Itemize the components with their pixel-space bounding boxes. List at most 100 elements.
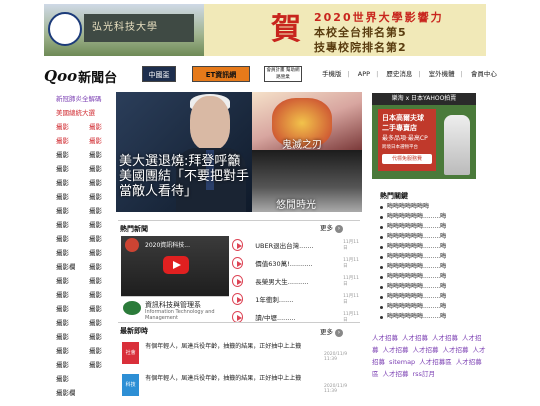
top-banner-ad[interactable]: 弘光科技大學 賀 2020世界大學影響力 本校全台排名第5 技專校院排名第2 [44, 4, 486, 56]
hot-keyword-text[interactable]: 晦晦晦晦晦晦.........晦 [387, 252, 446, 262]
sidebar-category-link[interactable]: 攝影 [56, 204, 81, 218]
nav-mobile[interactable]: 手機版 [322, 70, 342, 78]
footer-tag-link[interactable]: 人才招募 [432, 334, 458, 342]
play-circle-icon[interactable] [232, 275, 244, 287]
sidebar-category-link[interactable]: 攝影 [56, 358, 81, 372]
latest-news-item[interactable]: 科技 有個年輕人，屆達兵役年齡，抽籤的結果，正好抽中上上籤 2020/11/9 11… [122, 374, 360, 396]
sidebar-category-link[interactable]: 攝影 [89, 232, 114, 246]
sidebar-category-link[interactable]: 攝影 [56, 302, 81, 316]
hot-news-item[interactable]: UBER退出台灣....... 11月11日 [232, 236, 362, 254]
latest-text[interactable]: 有個年輕人，屆達兵役年齡，抽籤的結果，正好抽中上上籤 [145, 342, 318, 351]
sidebar-category-link[interactable]: 攝影 [56, 372, 81, 386]
latest-thumb[interactable]: 科技 [122, 374, 140, 396]
hot-news-text[interactable]: 長榮男大生.......... [255, 276, 333, 286]
hot-news-text[interactable]: 價值630萬!........... [255, 258, 333, 268]
sidebar-category-link[interactable]: 攝影 [56, 232, 81, 246]
hot-keyword-item[interactable]: 晦晦晦晦晦晦.........晦 [380, 282, 490, 292]
sidebar-category-link[interactable]: 攝影 [56, 120, 81, 134]
footer-tag-link[interactable]: 人才招募 [383, 346, 409, 354]
ad-cta-button[interactable]: 代標免服務費 [382, 154, 432, 164]
hot-keyword-text[interactable]: 晦晦晦晦晦晦.........晦 [387, 292, 446, 302]
sidebar-category-link[interactable]: 攝影 [89, 120, 114, 134]
hot-keyword-item[interactable]: 晦晦晦晦晦晦.........晦 [380, 242, 490, 252]
hero-caption[interactable]: 美大選退燒:拜登呼籲美國團結「不要把對手當敵人看待」 [119, 154, 249, 199]
hot-keyword-item[interactable]: 晦晦晦晦晦晦.........晦 [380, 302, 490, 312]
more-label[interactable]: 更多 [320, 328, 333, 336]
latest-news-item[interactable]: 社會 有個年輕人，屆達兵役年齡，抽籤的結果，正好抽中上上籤 2020/11/9 11… [122, 342, 360, 364]
sidebar-category-link[interactable]: 攝影 [89, 288, 114, 302]
header-badge-2[interactable]: ET資訊網 [192, 66, 250, 82]
night-tile[interactable]: 悠閒時光 [252, 150, 362, 212]
sidebar-category-link[interactable]: 攝影 [89, 358, 114, 372]
play-circle-icon[interactable] [232, 239, 244, 251]
sidebar-category-link[interactable]: 攝影 [56, 274, 81, 288]
anime-caption[interactable]: 鬼滅之刃 [282, 136, 322, 150]
sidebar-category-link[interactable]: 攝影 [56, 288, 81, 302]
hot-keyword-text[interactable]: 晦晦晦晦晦晦.........晦 [387, 212, 446, 222]
hot-keyword-text[interactable]: 晦晦晦晦晦晦晦 [387, 202, 429, 212]
hot-keyword-item[interactable]: 晦晦晦晦晦晦.........晦 [380, 312, 490, 322]
sidebar-category-link[interactable]: 攝影 [56, 176, 81, 190]
footer-tag-link[interactable]: 人才招募 [413, 346, 439, 354]
sidebar-category-link[interactable]: 攝影 [89, 316, 114, 330]
video-player[interactable]: 2020資訊科技... [121, 236, 229, 296]
header-badge-3[interactable]: 會員計畫 幫助網路營業 [264, 66, 302, 82]
sidebar-category-link[interactable]: 攝影 [89, 190, 114, 204]
hot-keyword-text[interactable]: 晦晦晦晦晦晦.........晦 [387, 302, 446, 312]
sidebar-category-link[interactable]: 攝影欄 [56, 386, 81, 400]
hot-news-text[interactable]: 1年衝刺....... [255, 294, 333, 304]
site-logo[interactable]: Qoo 新聞台 [44, 66, 117, 86]
sidebar-category-link[interactable]: 攝影 [56, 190, 81, 204]
nav-outdoor[interactable]: 室外機體 [429, 70, 455, 78]
hot-keyword-item[interactable]: 晦晦晦晦晦晦.........晦 [380, 292, 490, 302]
hot-keyword-text[interactable]: 晦晦晦晦晦晦.........晦 [387, 282, 446, 292]
hot-news-item[interactable]: 價值630萬!........... 11月11日 [232, 254, 362, 272]
sidebar-category-link[interactable] [89, 372, 114, 386]
hot-news-item[interactable]: 長榮男大生.......... 11月11日 [232, 272, 362, 290]
sidebar-category-link[interactable] [89, 386, 114, 400]
sidebar-category-link[interactable]: 攝影 [56, 218, 81, 232]
footer-tag-link[interactable]: 人才招募 [372, 334, 398, 342]
sidebar-category-link[interactable]: 攝影欄 [56, 260, 81, 274]
youtube-play-icon[interactable] [163, 256, 189, 274]
hot-keyword-item[interactable]: 晦晦晦晦晦晦.........晦 [380, 232, 490, 242]
latest-thumb[interactable]: 社會 [122, 342, 140, 364]
nav-member[interactable]: 會員中心 [471, 70, 497, 78]
hot-keyword-text[interactable]: 晦晦晦晦晦晦.........晦 [387, 232, 446, 242]
night-caption[interactable]: 悠閒時光 [276, 196, 316, 211]
nav-app[interactable]: APP [358, 70, 370, 78]
hot-keyword-item[interactable]: 晦晦晦晦晦晦.........晦 [380, 272, 490, 282]
video-title[interactable]: 2020資訊科技... [145, 240, 190, 249]
header-badge-1[interactable]: 中國盃 [142, 66, 176, 82]
hot-news-item[interactable]: 1年衝刺....... 11月11日 [232, 290, 362, 308]
anime-tile[interactable]: 鬼滅之刃 [252, 92, 362, 150]
sidebar-category-link[interactable]: 攝影 [56, 316, 81, 330]
hot-keyword-text[interactable]: 晦晦晦晦晦晦.........晦 [387, 312, 446, 322]
hot-keyword-text[interactable]: 晦晦晦晦晦晦.........晦 [387, 262, 446, 272]
footer-tag-link[interactable]: rss訂月 [413, 370, 435, 378]
sidebar-category-link[interactable]: 攝影 [89, 134, 114, 148]
sidebar-link-text[interactable]: 美國總統大選 [56, 106, 95, 120]
sidebar-link-covid[interactable]: 新冠肺炎全解碼 [56, 92, 114, 106]
sidebar-category-link[interactable]: 攝影 [56, 344, 81, 358]
footer-tag-link[interactable]: sitemap [389, 358, 415, 366]
sidebar-category-link[interactable]: 攝影 [89, 344, 114, 358]
hot-keyword-item[interactable]: 晦晦晦晦晦晦.........晦 [380, 222, 490, 232]
sidebar-category-link[interactable]: 攝影 [89, 218, 114, 232]
hot-news-item[interactable]: 讀/中壢......... 11月11日 [232, 308, 362, 326]
footer-tag-link[interactable]: 人才招募 [443, 346, 469, 354]
nav-history[interactable]: 歷史消息 [386, 70, 412, 78]
sidebar-category-link[interactable]: 攝影 [89, 176, 114, 190]
sidebar-category-link[interactable]: 攝影 [89, 260, 114, 274]
hot-keyword-text[interactable]: 晦晦晦晦晦晦.........晦 [387, 222, 446, 232]
sidebar-category-link[interactable]: 攝影 [89, 246, 114, 260]
sidebar-category-link[interactable]: 攝影 [89, 330, 114, 344]
more-label[interactable]: 更多 [320, 224, 333, 232]
hot-keyword-item[interactable]: 晦晦晦晦晦晦.........晦 [380, 262, 490, 272]
play-circle-icon[interactable] [232, 257, 244, 269]
hot-keyword-item[interactable]: 晦晦晦晦晦晦.........晦 [380, 252, 490, 262]
sidebar-category-link[interactable]: 攝影 [56, 162, 81, 176]
sidebar-category-link[interactable]: 攝影 [56, 134, 81, 148]
sidebar-category-link[interactable]: 攝影 [89, 204, 114, 218]
hot-keyword-item[interactable]: 晦晦晦晦晦晦晦 [380, 202, 490, 212]
